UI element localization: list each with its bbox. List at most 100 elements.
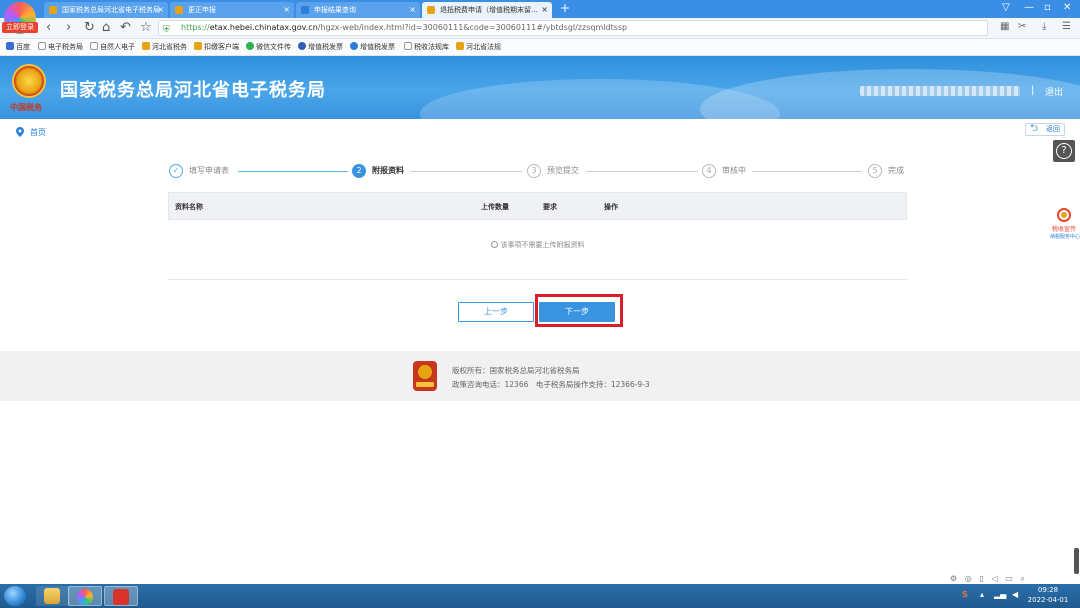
step-connector xyxy=(410,171,522,172)
url-host: etax.hebei.chinatax.gov.cn xyxy=(209,23,318,32)
next-step-button[interactable]: 下一步 xyxy=(539,302,615,322)
emblem-icon xyxy=(142,42,150,50)
site-title: 国家税务总局河北省电子税务局 xyxy=(60,80,326,101)
tab-favicon-icon xyxy=(427,6,435,14)
national-emblem-icon xyxy=(12,64,46,98)
forward-arrow-icon[interactable]: › xyxy=(66,20,71,35)
wechat-icon xyxy=(246,42,254,50)
volume-icon[interactable]: ◀ xyxy=(1012,590,1018,599)
browser-tab-refund[interactable]: 退抵税费申请（增值税期末留… × xyxy=(422,2,552,18)
browser-tab-result[interactable]: 申报结果查询 × xyxy=(296,2,420,18)
promo-name: 税收宣传 xyxy=(1051,226,1076,233)
emblem-icon xyxy=(456,42,464,50)
tab-close-icon[interactable]: × xyxy=(541,2,548,18)
sound-icon[interactable]: ◁ xyxy=(991,574,997,583)
settings-icon[interactable]: ⚙ xyxy=(950,574,957,583)
back-button[interactable]: ⮌ 返回 xyxy=(1025,123,1065,136)
address-bar: ‹ › ↻ ⌂ ↶ ☆ ⛨ https://etax.hebei.chinata… xyxy=(0,18,1080,39)
url-path: /hgzx-web/index.html?id=30060111&code=30… xyxy=(317,23,628,32)
taskbar-wps[interactable] xyxy=(104,586,138,606)
header-separator: | xyxy=(1031,85,1035,96)
star-icon[interactable]: ☆ xyxy=(140,20,152,35)
tab-favicon-icon xyxy=(175,6,183,14)
tray-expand-icon[interactable]: ▴ xyxy=(980,590,984,599)
bookmark-item[interactable]: 扣缴客户端 xyxy=(194,41,239,53)
minimize-icon[interactable]: — xyxy=(1024,2,1034,13)
url-scheme: https:// xyxy=(181,23,210,32)
step-label: 预览提交 xyxy=(547,166,579,175)
tab-title: 国家税务总局河北省电子税务局 xyxy=(62,6,160,14)
refresh-icon[interactable]: ↻ xyxy=(84,20,95,35)
empty-text: 该事项不需要上传附报资料 xyxy=(500,241,585,249)
bookmark-item[interactable]: 百度 xyxy=(6,41,30,53)
bookmark-item[interactable]: 增值税发票 xyxy=(298,41,343,53)
tab-close-icon[interactable]: × xyxy=(409,2,416,18)
home-link[interactable]: 首页 xyxy=(30,127,46,138)
tax-promo-widget[interactable]: 税收宣传 纳税服务中心 xyxy=(1050,208,1080,240)
page-icon xyxy=(404,42,412,50)
attachments-table-header: 资料名称 上传数量 要求 操作 xyxy=(168,192,907,220)
home-icon[interactable]: ⌂ xyxy=(102,20,110,35)
url-input[interactable]: ⛨ https://etax.hebei.chinatax.gov.cn/hgz… xyxy=(158,20,988,36)
tab-title: 退抵税费申请（增值税期末留… xyxy=(440,6,538,14)
help-button[interactable]: ? xyxy=(1053,140,1075,162)
footer-copyright: 版权所有：国家税务总局河北省税务局 xyxy=(452,366,580,375)
step-connector xyxy=(752,171,862,172)
shield-icon: ⛨ xyxy=(163,25,170,35)
bookmark-item[interactable]: 微信文件传 xyxy=(246,41,291,53)
folder-icon xyxy=(44,588,60,604)
start-button[interactable] xyxy=(4,586,26,606)
bookmark-label: 河北省税务 xyxy=(152,43,187,51)
tab-close-icon[interactable]: × xyxy=(283,2,290,18)
bookmark-label: 微信文件传 xyxy=(256,43,291,51)
bookmark-item[interactable]: 河北省税务 xyxy=(142,41,187,53)
bookmark-item[interactable]: 河北省法规 xyxy=(456,41,501,53)
bookmark-item[interactable]: 电子税务局 xyxy=(38,41,83,53)
browser-tab-bar: 国家税务总局河北省电子税务局 × 更正申报 × 申报结果查询 × 退抵税费申请（… xyxy=(0,0,1080,18)
check-icon: ✓ xyxy=(169,164,183,178)
column-header-count: 上传数量 xyxy=(481,203,509,211)
close-window-icon[interactable]: ✕ xyxy=(1063,2,1071,13)
bookmark-item[interactable]: 增值税发票 xyxy=(350,41,395,53)
bookmark-label: 自然人电子 xyxy=(100,43,135,51)
paw-icon xyxy=(6,42,14,50)
taskbar-browser[interactable] xyxy=(68,586,102,606)
question-icon: ? xyxy=(1056,143,1072,159)
camera-icon[interactable]: ◎ xyxy=(965,574,972,583)
window-icon[interactable]: ▭ xyxy=(1005,574,1013,583)
undo-icon[interactable]: ↶ xyxy=(120,20,131,35)
zoom-icon[interactable]: ⌕ xyxy=(1020,574,1024,583)
step-connector xyxy=(586,171,698,172)
section-divider xyxy=(168,279,907,280)
step-number: 2 xyxy=(352,164,366,178)
scrollbar-thumb[interactable] xyxy=(1074,548,1079,574)
logout-link[interactable]: 退出 xyxy=(1045,85,1063,98)
restore-icon[interactable]: ▫ xyxy=(1044,2,1051,13)
clock-time[interactable]: 09:28 xyxy=(1028,586,1068,594)
browser-tab-etax[interactable]: 国家税务总局河北省电子税务局 × xyxy=(44,2,168,18)
bookmark-item[interactable]: 税收法规库 xyxy=(404,41,449,53)
taskbar-explorer[interactable] xyxy=(36,586,70,606)
download-icon[interactable]: ⤓ xyxy=(1042,21,1046,32)
skin-icon[interactable]: ▽ xyxy=(1002,2,1010,13)
previous-step-button[interactable]: 上一步 xyxy=(458,302,534,322)
clock-date[interactable]: 2022-04-01 xyxy=(1024,596,1072,604)
trash-icon[interactable]: ▯ xyxy=(979,574,983,583)
bookmark-item[interactable]: 自然人电子 xyxy=(90,41,135,53)
apps-grid-icon[interactable]: ▦ xyxy=(1000,21,1009,32)
menu-icon[interactable]: ☰ xyxy=(1062,21,1071,32)
browser-tab-correction[interactable]: 更正申报 × xyxy=(170,2,294,18)
login-badge[interactable]: 立即登录 xyxy=(2,22,38,33)
emblem-icon xyxy=(194,42,202,50)
tab-close-icon[interactable]: × xyxy=(157,2,164,18)
windows-taskbar: S ▴ ▂▄ ◀ 09:28 2022-04-01 xyxy=(0,584,1080,608)
scissors-icon[interactable]: ✂ xyxy=(1018,21,1026,32)
new-tab-icon[interactable]: + xyxy=(560,1,570,15)
bookmark-label: 扣缴客户端 xyxy=(204,43,239,51)
network-icon[interactable]: ▂▄ xyxy=(994,590,1006,599)
input-method-icon[interactable]: S xyxy=(962,590,968,599)
back-arrow-icon[interactable]: ‹ xyxy=(46,20,51,35)
tab-favicon-icon xyxy=(49,6,57,14)
bookmark-label: 增值税发票 xyxy=(308,43,343,51)
search-icon xyxy=(350,42,358,50)
